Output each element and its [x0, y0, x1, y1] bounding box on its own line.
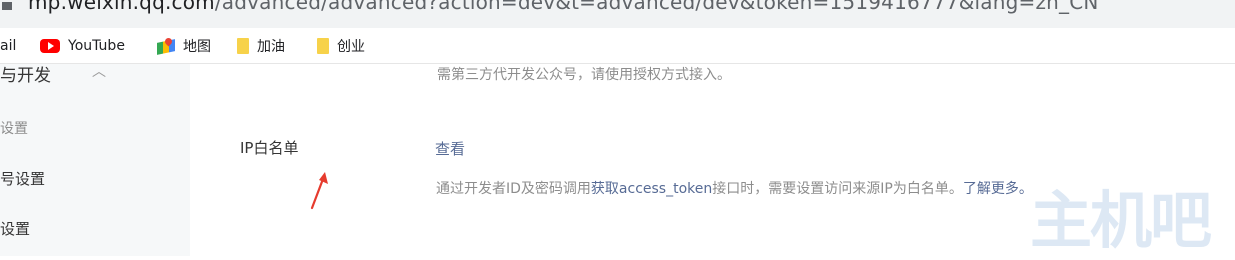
sidebar-item-security[interactable]: 设置 [0, 218, 30, 239]
view-whitelist-link[interactable]: 查看 [435, 138, 465, 159]
access-token-link[interactable]: 获取access_token [591, 181, 712, 197]
folder-icon [317, 38, 329, 54]
ip-whitelist-label: IP白名单 [240, 139, 299, 157]
lock-icon [2, 2, 12, 10]
bookmark-chuangye-label: 创业 [337, 39, 365, 55]
bookmark-gmail[interactable]: ail [0, 36, 16, 56]
desc-prefix: 通过开发者ID及密码调用 [436, 181, 591, 197]
sidebar-item-basic-settings[interactable]: 设置 [0, 118, 28, 138]
bookmark-jiayou[interactable]: 加油 [237, 36, 285, 56]
watermark: 主机吧 [1030, 184, 1212, 257]
sidebar-item-account-settings[interactable]: 号设置 [0, 168, 45, 189]
red-arrow-annotation [310, 172, 328, 210]
bookmark-map-label: 地图 [183, 39, 211, 55]
third-party-note: 需第三方代开发公众号，请使用授权方式接入。 [437, 67, 731, 83]
address-bar[interactable]: mp.weixin.qq.com/advanced/advanced?actio… [0, 0, 1235, 28]
url-text[interactable]: mp.weixin.qq.com/advanced/advanced?actio… [28, 0, 1099, 14]
bookmarks-bar: ail YouTube 地图 加油 创业 [0, 28, 1235, 64]
folder-icon [237, 38, 249, 54]
url-path: /advanced/advanced?action=dev&t=advanced… [214, 0, 1099, 14]
url-host: mp.weixin.qq.com [28, 0, 215, 14]
chevron-up-icon[interactable]: ︿ [92, 61, 106, 81]
bookmark-gmail-label: ail [0, 38, 17, 54]
bookmark-jiayou-label: 加油 [257, 39, 285, 55]
bookmark-youtube-label: YouTube [68, 38, 125, 54]
bookmark-map[interactable]: 地图 [157, 36, 211, 56]
map-icon [157, 38, 175, 54]
ip-whitelist-description: 通过开发者ID及密码调用获取access_token接口时，需要设置访问来源IP… [436, 178, 1033, 198]
desc-suffix: 接口时，需要设置访问来源IP为白名单。 [712, 181, 963, 197]
bookmark-chuangye[interactable]: 创业 [317, 36, 365, 56]
bookmark-youtube[interactable]: YouTube [40, 36, 125, 56]
learn-more-link[interactable]: 了解更多。 [963, 181, 1033, 197]
sidebar: 与开发 ︿ 设置 号设置 设置 [0, 64, 190, 256]
sidebar-item-dev[interactable]: 与开发 [0, 61, 51, 86]
youtube-icon [40, 39, 60, 53]
